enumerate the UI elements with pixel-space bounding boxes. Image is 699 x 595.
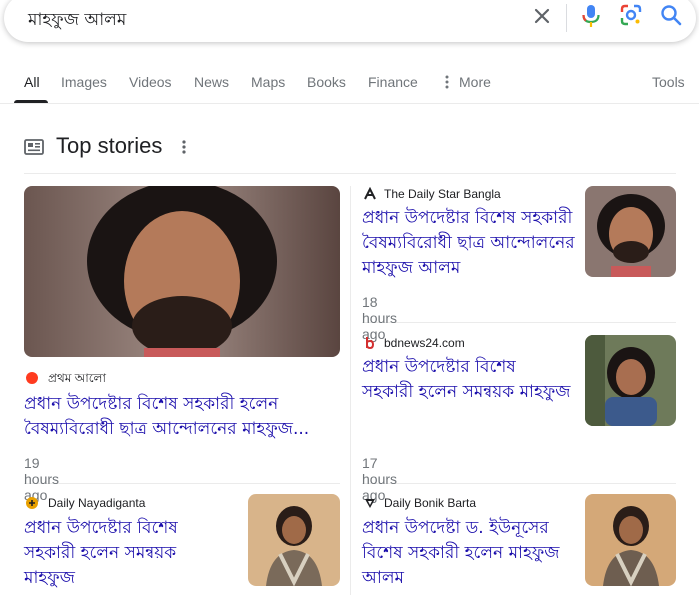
source-favicon — [362, 495, 378, 511]
more-dots-icon[interactable] — [445, 75, 449, 89]
prothom-alo-icon — [26, 372, 38, 384]
tab-finance[interactable]: Finance — [368, 74, 418, 90]
search-tabs: All Images Videos News Maps Books Financ… — [0, 60, 699, 104]
story-thumbnail[interactable] — [248, 494, 340, 586]
tab-books[interactable]: Books — [307, 74, 346, 90]
tab-videos[interactable]: Videos — [129, 74, 172, 90]
tools-button[interactable]: Tools — [652, 74, 685, 90]
story-source: Daily Bonik Barta — [384, 496, 477, 510]
newspaper-icon — [24, 139, 44, 155]
bonik-barta-icon — [365, 499, 375, 508]
story-thumbnail[interactable] — [585, 494, 676, 586]
story-headline[interactable]: প্রধান উপদেষ্টা ড. ইউনূসের বিশেষ সহকারী … — [362, 516, 572, 591]
search-separator — [566, 4, 567, 32]
story-source: প্রথম আলো — [48, 371, 106, 385]
tab-images[interactable]: Images — [61, 74, 107, 90]
story-source: Daily Nayadiganta — [48, 496, 146, 510]
story-divider — [362, 322, 676, 323]
tab-all[interactable]: All — [24, 74, 40, 90]
story-thumbnail[interactable] — [585, 186, 676, 277]
active-tab-indicator — [14, 100, 48, 103]
microphone-icon[interactable] — [580, 4, 602, 28]
story-divider — [362, 483, 676, 484]
search-bar[interactable]: মাহফুজ আলম — [4, 0, 696, 42]
top-stories-menu-icon[interactable] — [182, 140, 186, 154]
nayadiganta-icon — [26, 497, 38, 509]
story-headline[interactable]: প্রধান উপদেষ্টার বিশেষ সহকারী হলেন বৈষম্… — [24, 392, 334, 442]
top-stories-title: Top stories — [56, 133, 163, 158]
source-favicon — [24, 370, 40, 386]
story-divider — [24, 483, 340, 484]
story-thumbnail[interactable] — [585, 335, 676, 426]
story-headline[interactable]: প্রধান উপদেষ্টার বিশেষ সহকারী বৈষম্যবিরো… — [362, 206, 577, 281]
column-divider — [350, 186, 351, 595]
daily-star-icon — [364, 187, 376, 200]
search-icon[interactable] — [659, 3, 683, 27]
story-headline[interactable]: প্রধান উপদেষ্টার বিশেষ সহকারী হলেন সমন্ব… — [362, 355, 572, 405]
bdnews24-icon — [366, 337, 375, 350]
source-favicon — [24, 495, 40, 511]
story-thumbnail[interactable] — [24, 186, 340, 357]
top-stories-divider — [24, 173, 676, 174]
story-source: The Daily Star Bangla — [384, 187, 501, 201]
google-lens-icon[interactable] — [619, 3, 643, 27]
search-input[interactable]: মাহফুজ আলম — [28, 7, 126, 35]
source-favicon — [362, 335, 378, 351]
source-favicon — [362, 186, 378, 202]
story-source: bdnews24.com — [384, 336, 465, 350]
clear-icon[interactable] — [532, 6, 552, 26]
tab-maps[interactable]: Maps — [251, 74, 285, 90]
tab-news[interactable]: News — [194, 74, 229, 90]
story-headline[interactable]: প্রধান উপদেষ্টার বিশেষ সহকারী হলেন সমন্ব… — [24, 516, 224, 591]
tab-more[interactable]: More — [459, 74, 491, 90]
